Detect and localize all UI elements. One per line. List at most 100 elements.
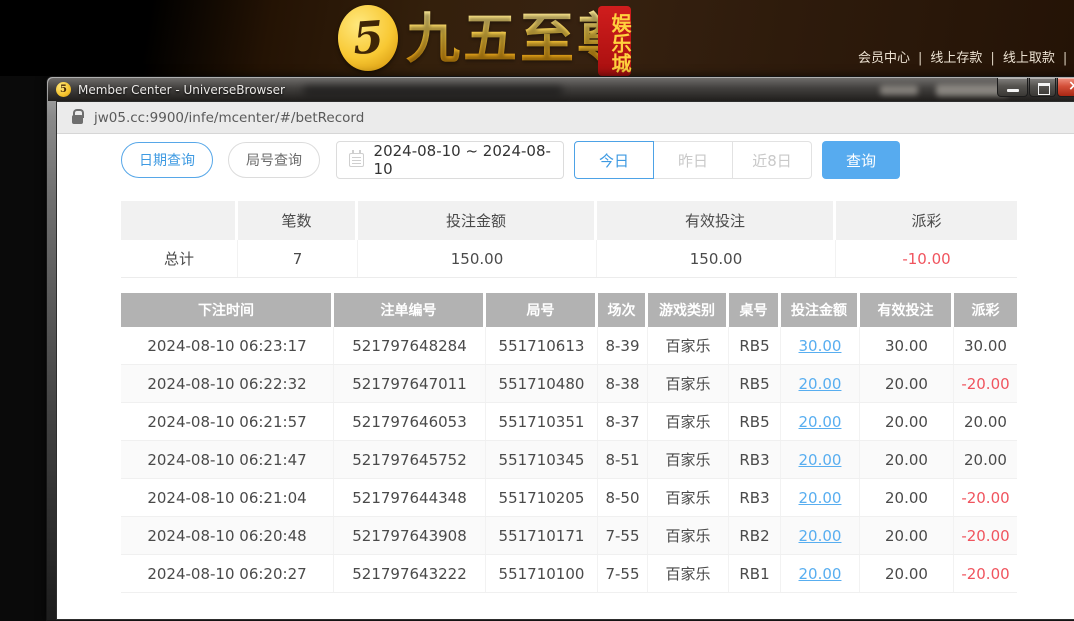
- table-cell: 551710351: [486, 403, 598, 440]
- date-range-value: 2024-08-10 ~ 2024-08-10: [374, 142, 563, 178]
- table-cell: 521797646053: [334, 403, 486, 440]
- table-cell: -20.00: [954, 555, 1017, 592]
- table-cell: 521797648284: [334, 327, 486, 364]
- table-cell: 百家乐: [648, 479, 729, 516]
- bet-header-cell: 投注金额: [781, 293, 860, 327]
- summary-header-row: 笔数 投注金额 有效投注 派彩: [121, 201, 1017, 240]
- filter-bar: 日期查询 局号查询 2024-08-10 ~ 2024-08-10 今日 昨日 …: [121, 141, 900, 179]
- nav-separator: |: [1063, 51, 1067, 66]
- window-favicon-icon: 5: [56, 82, 71, 97]
- table-cell: RB5: [729, 327, 781, 364]
- table-cell: 20.00: [860, 517, 954, 554]
- table-row: 2024-08-10 06:20:48521797643908551710171…: [121, 517, 1017, 555]
- table-cell: 551710480: [486, 365, 598, 402]
- table-cell: RB1: [729, 555, 781, 592]
- bet-amount-link[interactable]: 20.00: [781, 479, 860, 516]
- table-cell: 551710613: [486, 327, 598, 364]
- top-nav: 会员中心|线上存款|线上取款|一: [858, 47, 1074, 66]
- table-cell: 7-55: [598, 517, 648, 554]
- date-query-tab[interactable]: 日期查询: [121, 142, 213, 178]
- maximize-button[interactable]: [1029, 78, 1056, 97]
- table-cell: 20.00: [860, 441, 954, 478]
- bet-header-cell: 注单编号: [334, 293, 486, 327]
- bet-header-cell: 场次: [598, 293, 648, 327]
- summary-header-cell: 笔数: [238, 201, 358, 240]
- minimize-button[interactable]: [997, 78, 1028, 97]
- table-cell: 30.00: [860, 327, 954, 364]
- window-titlebar[interactable]: 5 Member Center - UniverseBrowser: [48, 78, 1074, 101]
- blurred-content: [303, 86, 563, 95]
- bet-table-header-row: 下注时间 注单编号 局号 场次 游戏类别 桌号 投注金额 有效投注 派彩: [121, 293, 1017, 327]
- table-cell: RB3: [729, 441, 781, 478]
- date-range-input[interactable]: 2024-08-10 ~ 2024-08-10: [336, 141, 564, 179]
- nav-member-center[interactable]: 会员中心: [858, 51, 910, 66]
- table-row: 2024-08-10 06:21:04521797644348551710205…: [121, 479, 1017, 517]
- bet-header-cell: 桌号: [729, 293, 781, 327]
- table-cell: 8-51: [598, 441, 648, 478]
- brand-badge: 娱乐城: [598, 6, 631, 76]
- table-cell: 2024-08-10 06:23:17: [121, 327, 334, 364]
- table-cell: 百家乐: [648, 441, 729, 478]
- summary-table: 笔数 投注金额 有效投注 派彩 总计 7 150.00 150.00 -10.0…: [121, 201, 1017, 278]
- quick-today-button[interactable]: 今日: [574, 141, 654, 179]
- site-banner: 5 九五至尊 娱乐城 会员中心|线上存款|线上取款|一: [0, 0, 1074, 76]
- summary-header-cell: [121, 201, 238, 240]
- address-bar[interactable]: jw05.cc:9900/infe/mcenter/#/betRecord: [57, 102, 1074, 134]
- nav-separator: |: [918, 51, 922, 66]
- table-row: 2024-08-10 06:22:32521797647011551710480…: [121, 365, 1017, 403]
- table-cell: 2024-08-10 06:21:57: [121, 403, 334, 440]
- table-cell: 551710100: [486, 555, 598, 592]
- bet-header-cell: 游戏类别: [648, 293, 729, 327]
- bet-amount-link[interactable]: 20.00: [781, 517, 860, 554]
- bet-header-cell: 局号: [486, 293, 598, 327]
- close-button[interactable]: [1057, 78, 1074, 97]
- table-cell: 551710171: [486, 517, 598, 554]
- quick-last8days-button[interactable]: 近8日: [732, 141, 812, 179]
- bet-amount-link[interactable]: 20.00: [781, 365, 860, 402]
- bet-header-cell: 下注时间: [121, 293, 334, 327]
- table-cell: 8-37: [598, 403, 648, 440]
- summary-header-cell: 投注金额: [358, 201, 597, 240]
- nav-online-withdraw[interactable]: 线上取款: [1003, 51, 1055, 66]
- bet-amount-link[interactable]: 30.00: [781, 327, 860, 364]
- table-cell: 521797644348: [334, 479, 486, 516]
- table-cell: 百家乐: [648, 365, 729, 402]
- browser-viewport: jw05.cc:9900/infe/mcenter/#/betRecord 日期…: [56, 101, 1074, 620]
- bet-header-cell: 有效投注: [860, 293, 954, 327]
- table-cell: 521797643222: [334, 555, 486, 592]
- table-cell: 521797645752: [334, 441, 486, 478]
- lock-icon: [72, 115, 83, 124]
- table-cell: 20.00: [860, 479, 954, 516]
- table-cell: 20.00: [860, 555, 954, 592]
- table-cell: 百家乐: [648, 555, 729, 592]
- summary-total-label: 总计: [121, 240, 238, 277]
- table-row: 2024-08-10 06:23:17521797648284551710613…: [121, 327, 1017, 365]
- table-row: 2024-08-10 06:21:57521797646053551710351…: [121, 403, 1017, 441]
- nav-online-deposit[interactable]: 线上存款: [930, 51, 982, 66]
- bet-record-table: 下注时间 注单编号 局号 场次 游戏类别 桌号 投注金额 有效投注 派彩 202…: [121, 293, 1017, 593]
- table-cell: 551710205: [486, 479, 598, 516]
- bet-amount-link[interactable]: 20.00: [781, 441, 860, 478]
- brand-logo-icon: 5: [338, 5, 398, 71]
- summary-total-row: 总计 7 150.00 150.00 -10.00: [121, 240, 1017, 278]
- table-cell: 20.00: [860, 403, 954, 440]
- bet-amount-link[interactable]: 20.00: [781, 403, 860, 440]
- round-query-tab[interactable]: 局号查询: [228, 142, 320, 178]
- table-cell: RB5: [729, 403, 781, 440]
- table-cell: 8-50: [598, 479, 648, 516]
- blurred-content: [880, 85, 918, 95]
- table-cell: -20.00: [954, 517, 1017, 554]
- search-button[interactable]: 查询: [822, 141, 900, 179]
- quick-yesterday-button[interactable]: 昨日: [653, 141, 733, 179]
- bet-amount-link[interactable]: 20.00: [781, 555, 860, 592]
- summary-count: 7: [238, 240, 358, 277]
- table-cell: 30.00: [954, 327, 1017, 364]
- table-cell: RB5: [729, 365, 781, 402]
- nav-separator: |: [990, 51, 994, 66]
- table-cell: 20.00: [860, 365, 954, 402]
- table-cell: RB2: [729, 517, 781, 554]
- table-cell: -20.00: [954, 365, 1017, 402]
- table-cell: RB3: [729, 479, 781, 516]
- table-cell: 521797643908: [334, 517, 486, 554]
- summary-payout: -10.00: [836, 240, 1017, 277]
